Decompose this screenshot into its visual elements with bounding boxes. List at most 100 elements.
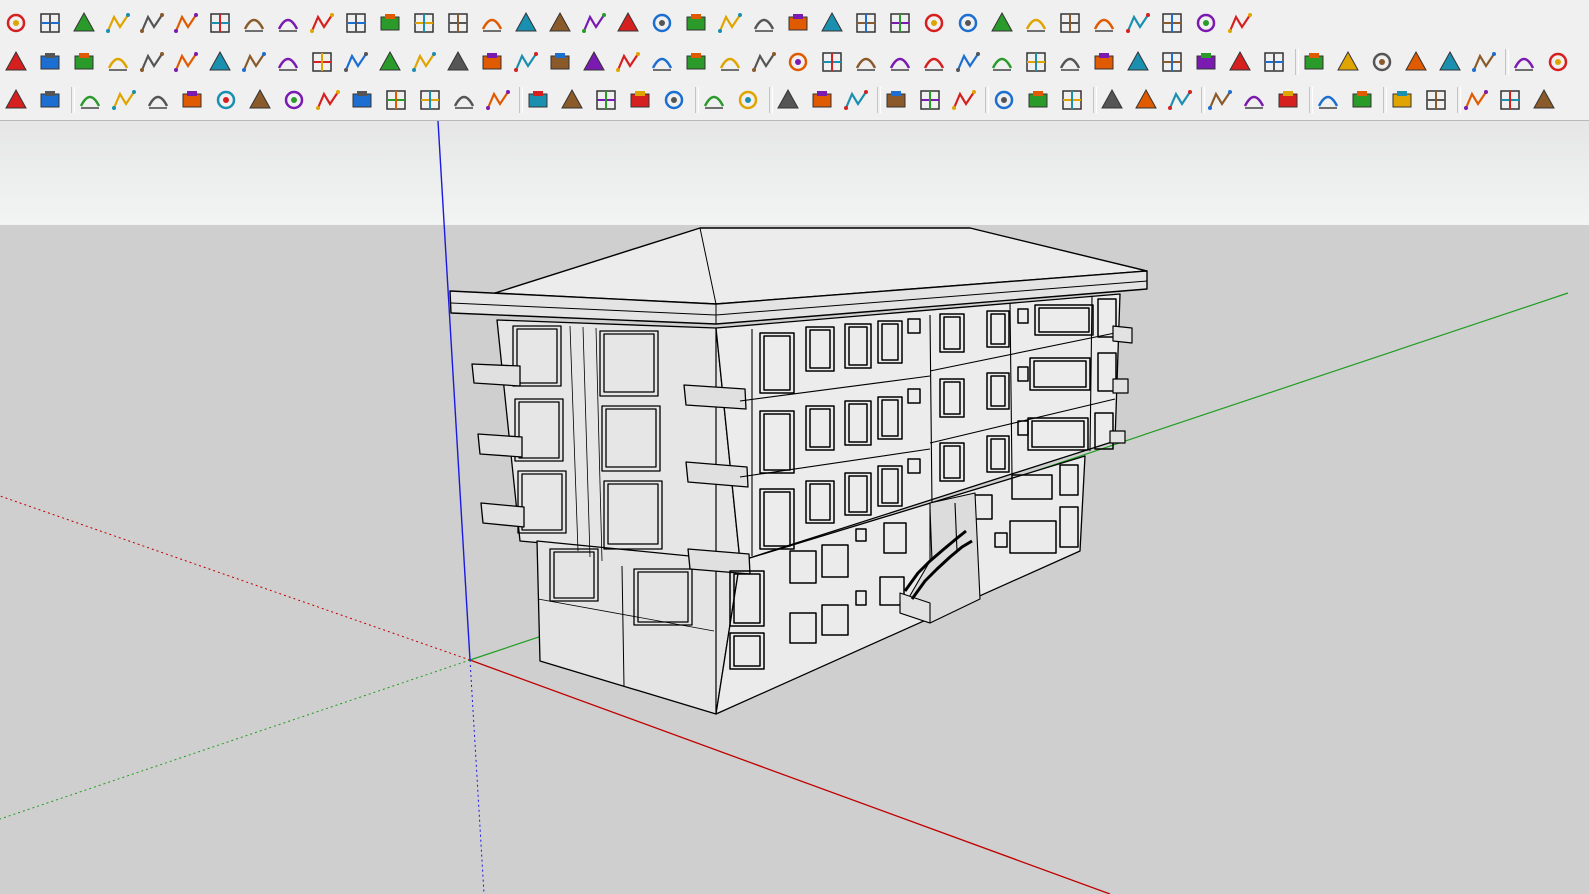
yellow-tile-icon[interactable]: [1090, 48, 1118, 76]
window-grid-3-icon[interactable]: [1274, 86, 1302, 114]
blue-plane-icon[interactable]: [2, 48, 30, 76]
model-viewport[interactable]: [0, 121, 1589, 894]
scale-out-icon[interactable]: [842, 86, 870, 114]
green-plane-icon[interactable]: [70, 48, 98, 76]
yellow-loop-icon[interactable]: [648, 48, 676, 76]
green-arc-icon[interactable]: [246, 86, 274, 114]
dome-solid-icon[interactable]: [1388, 86, 1416, 114]
hand-icon[interactable]: [580, 9, 608, 37]
red-cubes-icon[interactable]: [920, 48, 948, 76]
bend-icon[interactable]: [172, 9, 200, 37]
flag-icon[interactable]: [274, 48, 302, 76]
brown-cup-icon[interactable]: [784, 48, 812, 76]
checker-icon[interactable]: [1422, 86, 1450, 114]
eraser-red-icon[interactable]: [36, 9, 64, 37]
lock-plane-icon[interactable]: [2, 86, 30, 114]
arc-icon[interactable]: [348, 86, 376, 114]
blue-swirl-icon[interactable]: [1368, 48, 1396, 76]
chain-icon[interactable]: [342, 48, 370, 76]
align-remove-icon[interactable]: [950, 86, 978, 114]
connected-dots-icon[interactable]: [2, 9, 30, 37]
dash-icon[interactable]: [990, 86, 1018, 114]
rotate-box-icon[interactable]: [886, 48, 914, 76]
green-book-icon[interactable]: [700, 86, 728, 114]
cross-box-icon[interactable]: [1098, 86, 1126, 114]
dash-add-icon[interactable]: [1024, 86, 1052, 114]
cut-line-icon[interactable]: [70, 9, 98, 37]
scale-in-icon[interactable]: [808, 86, 836, 114]
spiral-icon[interactable]: [314, 86, 342, 114]
dotted-arc-icon[interactable]: [1226, 48, 1254, 76]
list-box-icon[interactable]: [240, 48, 268, 76]
mesh-2-icon[interactable]: [1124, 9, 1152, 37]
stack-icon[interactable]: [682, 9, 710, 37]
zigzag-2-icon[interactable]: [144, 86, 172, 114]
arc-2-icon[interactable]: [416, 86, 444, 114]
wedge-icon[interactable]: [1402, 48, 1430, 76]
triangle-flag-icon[interactable]: [660, 86, 688, 114]
circle-icon[interactable]: [558, 86, 586, 114]
ramp-icon[interactable]: [852, 9, 880, 37]
layers-icon[interactable]: [1022, 9, 1050, 37]
wrench-icon[interactable]: [592, 86, 620, 114]
blue-box-icon[interactable]: [1470, 48, 1498, 76]
red-cubes-2-icon[interactable]: [954, 48, 982, 76]
zigzag-4-icon[interactable]: [212, 86, 240, 114]
spring-icon[interactable]: [546, 9, 574, 37]
grid-box-icon[interactable]: [1132, 86, 1160, 114]
branch-2-icon[interactable]: [750, 9, 778, 37]
teal-cone-2-icon[interactable]: [580, 48, 608, 76]
red-square-icon[interactable]: [206, 48, 234, 76]
wood-box-icon[interactable]: [308, 48, 336, 76]
curve-stack-icon[interactable]: [376, 48, 404, 76]
cone-icon[interactable]: [478, 9, 506, 37]
house-icon[interactable]: [734, 86, 762, 114]
white-plane-icon[interactable]: [138, 48, 166, 76]
red-grid-box-icon[interactable]: [1166, 86, 1194, 114]
yellow-plane-icon[interactable]: [36, 48, 64, 76]
line-icon[interactable]: [524, 86, 552, 114]
align-add-icon[interactable]: [916, 86, 944, 114]
orange-grid-icon[interactable]: [1022, 48, 1050, 76]
arch-icon[interactable]: [76, 86, 104, 114]
mesh-icon[interactable]: [1090, 9, 1118, 37]
zigzag-icon[interactable]: [110, 86, 138, 114]
leaf-icon[interactable]: [614, 9, 642, 37]
corner-icon[interactable]: [308, 9, 336, 37]
yellow-tile-3-icon[interactable]: [1158, 48, 1186, 76]
green-shape-icon[interactable]: [852, 48, 880, 76]
dark-knot-icon[interactable]: [716, 48, 744, 76]
red-line-icon[interactable]: [376, 9, 404, 37]
blue-prism-icon[interactable]: [1436, 48, 1464, 76]
paste-icon[interactable]: [1496, 86, 1524, 114]
columns-icon[interactable]: [512, 9, 540, 37]
red-gem-icon[interactable]: [988, 48, 1016, 76]
blue-plus-icon[interactable]: [1530, 86, 1558, 114]
yellow-tile-2-icon[interactable]: [1124, 48, 1152, 76]
cylinder-outline-icon[interactable]: [444, 9, 472, 37]
gear-outline-icon[interactable]: [104, 9, 132, 37]
window-grid-2-icon[interactable]: [1240, 86, 1268, 114]
frame-icon[interactable]: [1056, 48, 1084, 76]
align-center-icon[interactable]: [882, 86, 910, 114]
dash-remove-icon[interactable]: [1058, 86, 1086, 114]
table-icon[interactable]: [1314, 86, 1342, 114]
polygon-cut-icon[interactable]: [138, 9, 166, 37]
dashed-box-icon[interactable]: [1462, 86, 1490, 114]
green-cross-icon[interactable]: [478, 48, 506, 76]
red-dots-icon[interactable]: [1192, 48, 1220, 76]
sphere-wire-icon[interactable]: [240, 9, 268, 37]
hatch-icon[interactable]: [988, 9, 1016, 37]
gray-curve-icon[interactable]: [1510, 48, 1538, 76]
polygon-wire-icon[interactable]: [36, 86, 64, 114]
orange-arc-icon[interactable]: [172, 48, 200, 76]
green-zigzag-icon[interactable]: [382, 86, 410, 114]
window-grid-icon[interactable]: [1206, 86, 1234, 114]
components-icon[interactable]: [1260, 48, 1288, 76]
house-pin-icon[interactable]: [1226, 9, 1254, 37]
box-arrow-icon[interactable]: [886, 9, 914, 37]
zigzag-3-icon[interactable]: [178, 86, 206, 114]
brick-icon[interactable]: [1348, 86, 1376, 114]
square-icon[interactable]: [280, 86, 308, 114]
red-u-icon[interactable]: [818, 48, 846, 76]
